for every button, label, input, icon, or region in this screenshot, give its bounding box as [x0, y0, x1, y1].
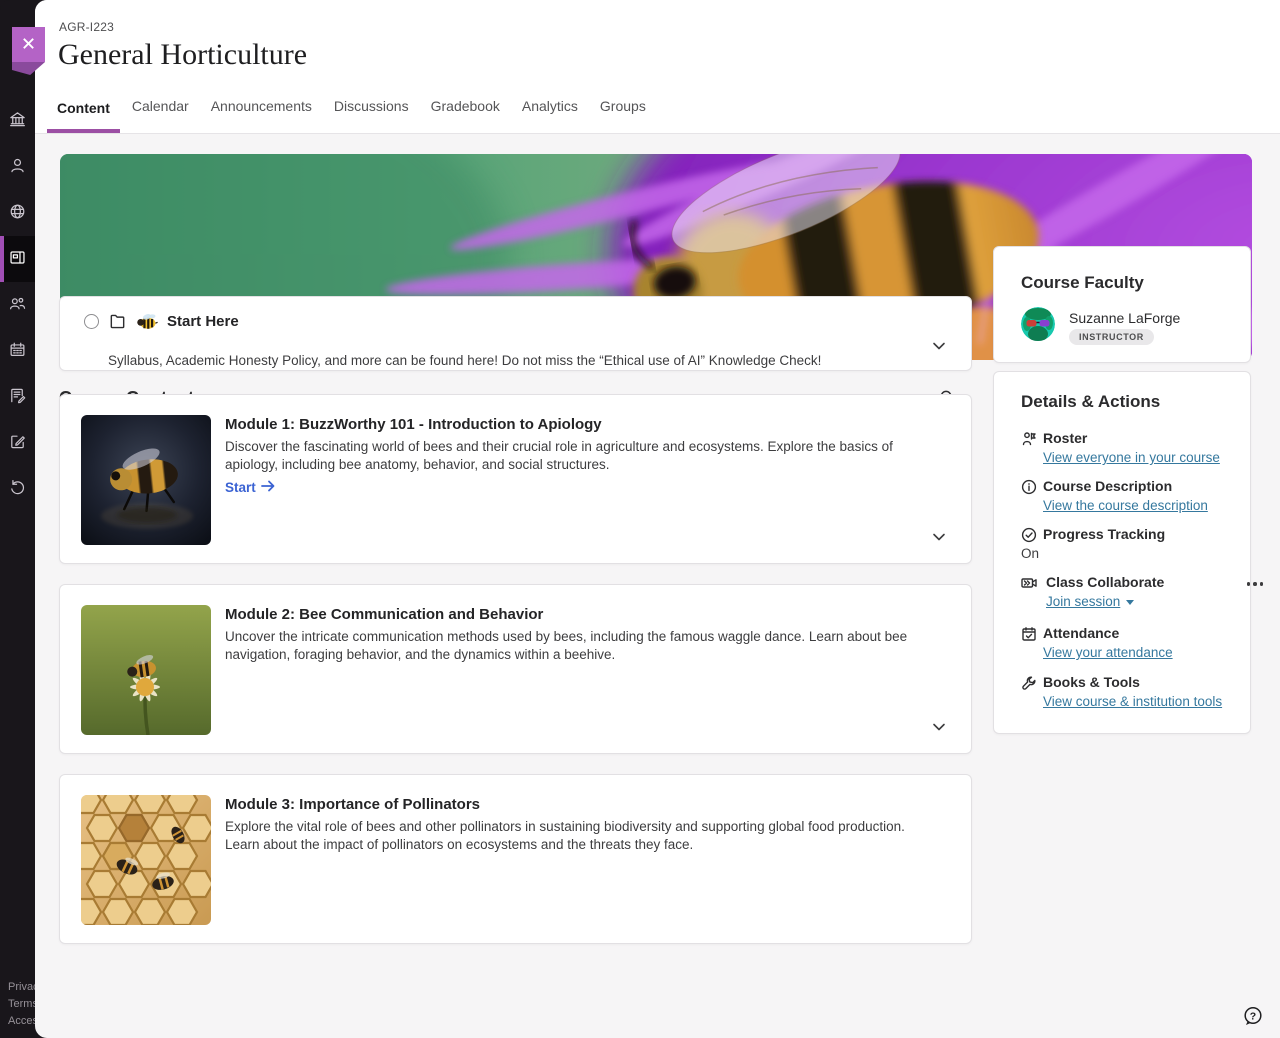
message-icon	[8, 386, 27, 408]
courses-icon	[8, 248, 27, 270]
tab-announcements[interactable]: Announcements	[201, 98, 322, 133]
calendar-icon	[8, 340, 27, 362]
sign-out-icon	[8, 478, 27, 500]
module-card: Module 3: Importance of Pollinators Expl…	[59, 774, 972, 944]
nav-sign-out-button[interactable]	[0, 466, 35, 512]
start-here-card: Start Here Syllabus, Academic Honesty Po…	[59, 296, 972, 371]
module-thumbnail	[81, 795, 211, 925]
details-label: Attendance	[1043, 625, 1119, 641]
course-description-link[interactable]: View the course description	[1043, 498, 1208, 513]
course-tabs: Content Calendar Announcements Discussio…	[47, 98, 656, 133]
folder-icon	[108, 312, 127, 331]
details-label: Class Collaborate	[1046, 574, 1164, 590]
person-icon	[8, 156, 27, 178]
progress-tracking-value: On	[1021, 546, 1039, 561]
start-link-label: Start	[225, 480, 256, 495]
app-window: Privacy Terms Accessibility AGR-I223 Gen…	[0, 0, 1280, 1038]
chevron-down-icon	[931, 533, 947, 548]
join-session-link[interactable]: Join session	[1046, 594, 1134, 609]
nav-courses-button[interactable]	[0, 236, 35, 282]
details-label: Progress Tracking	[1043, 526, 1165, 542]
nav-calendar-button[interactable]	[0, 328, 35, 374]
tab-calendar[interactable]: Calendar	[122, 98, 199, 133]
help-icon: ?	[1242, 1005, 1266, 1027]
instructor-avatar[interactable]	[1021, 307, 1055, 341]
details-label: Books & Tools	[1043, 674, 1140, 690]
module-thumbnail	[81, 415, 211, 545]
info-icon	[1021, 479, 1037, 495]
course-code: AGR-I223	[59, 20, 114, 34]
arrow-right-icon	[261, 480, 275, 495]
details-label: Course Description	[1043, 478, 1172, 494]
course-header: AGR-I223 General Horticulture Content Ca…	[35, 0, 1280, 134]
collaborate-menu-button[interactable]	[1244, 578, 1266, 590]
global-nav: Privacy Terms Accessibility	[0, 0, 35, 1038]
details-label: Roster	[1043, 430, 1087, 446]
faculty-heading: Course Faculty	[1021, 273, 1144, 293]
legal-links: Privacy Terms Accessibility	[8, 979, 35, 1030]
check-circle-icon	[1021, 527, 1037, 543]
tab-analytics[interactable]: Analytics	[512, 98, 588, 133]
module-card: Module 1: BuzzWorthy 101 - Introduction …	[59, 394, 972, 564]
module-thumbnail	[81, 605, 211, 735]
progress-radio[interactable]	[84, 314, 99, 329]
nav-profile-button[interactable]	[0, 144, 35, 190]
tab-gradebook[interactable]: Gradebook	[421, 98, 510, 133]
module-description: Explore the vital role of bees and other…	[225, 818, 915, 854]
expand-module-button[interactable]	[929, 718, 949, 738]
roster-icon	[1021, 431, 1037, 447]
accessibility-link[interactable]: Accessibility	[8, 1013, 35, 1030]
caret-down-icon	[1126, 600, 1134, 605]
module-start-link[interactable]: Start	[225, 480, 275, 495]
details-heading: Details & Actions	[1021, 392, 1160, 412]
start-here-row: Start Here	[84, 312, 239, 331]
module-description: Discover the fascinating world of bees a…	[225, 438, 915, 474]
privacy-link[interactable]: Privacy	[8, 979, 35, 996]
instructor-name: Suzanne LaForge	[1069, 310, 1180, 326]
instructor-role-badge: INSTRUCTOR	[1069, 329, 1154, 345]
books-tools-link[interactable]: View course & institution tools	[1043, 694, 1222, 709]
module-title[interactable]: Module 3: Importance of Pollinators	[225, 796, 480, 813]
collaborate-camera-icon	[1021, 575, 1037, 591]
details-actions-card: Details & Actions Roster View everyone i…	[993, 371, 1251, 734]
tab-groups[interactable]: Groups	[590, 98, 656, 133]
tab-content[interactable]: Content	[47, 98, 120, 133]
terms-link[interactable]: Terms	[8, 996, 35, 1013]
nav-organizations-button[interactable]	[0, 282, 35, 328]
course-faculty-card: Course Faculty Suzanne LaForge INSTRUCTO…	[993, 246, 1251, 363]
module-title[interactable]: Module 2: Bee Communication and Behavior	[225, 606, 543, 623]
module-title[interactable]: Module 1: BuzzWorthy 101 - Introduction …	[225, 416, 602, 433]
chevron-down-icon	[931, 342, 947, 357]
module-description: Uncover the intricate communication meth…	[225, 628, 915, 664]
people-icon	[8, 294, 27, 316]
module-card: Module 2: Bee Communication and Behavior…	[59, 584, 972, 754]
nav-grades-button[interactable]	[0, 420, 35, 466]
nav-activity-stream-button[interactable]	[0, 190, 35, 236]
globe-icon	[8, 202, 27, 224]
bee-emoji-icon	[136, 313, 158, 330]
nav-institution-button[interactable]	[0, 98, 35, 144]
start-here-description: Syllabus, Academic Honesty Policy, and m…	[108, 353, 868, 368]
expand-start-here-button[interactable]	[929, 337, 949, 357]
expand-module-button[interactable]	[929, 528, 949, 548]
close-icon	[21, 36, 36, 54]
help-button[interactable]: ?	[1242, 1004, 1266, 1028]
global-nav-items	[0, 98, 35, 512]
close-course-button[interactable]	[12, 27, 45, 62]
tab-discussions[interactable]: Discussions	[324, 98, 419, 133]
course-panel: AGR-I223 General Horticulture Content Ca…	[35, 0, 1280, 1038]
chevron-down-icon	[931, 723, 947, 738]
start-here-title[interactable]: Start Here	[167, 313, 239, 330]
nav-messages-button[interactable]	[0, 374, 35, 420]
course-title: General Horticulture	[58, 38, 307, 72]
svg-text:?: ?	[1250, 1010, 1256, 1022]
attendance-link[interactable]: View your attendance	[1043, 645, 1173, 660]
wrench-icon	[1021, 675, 1037, 691]
join-session-label: Join session	[1046, 594, 1120, 609]
grades-icon	[8, 432, 27, 454]
attendance-icon	[1021, 626, 1037, 642]
roster-link[interactable]: View everyone in your course	[1043, 450, 1220, 465]
bank-icon	[8, 110, 27, 132]
